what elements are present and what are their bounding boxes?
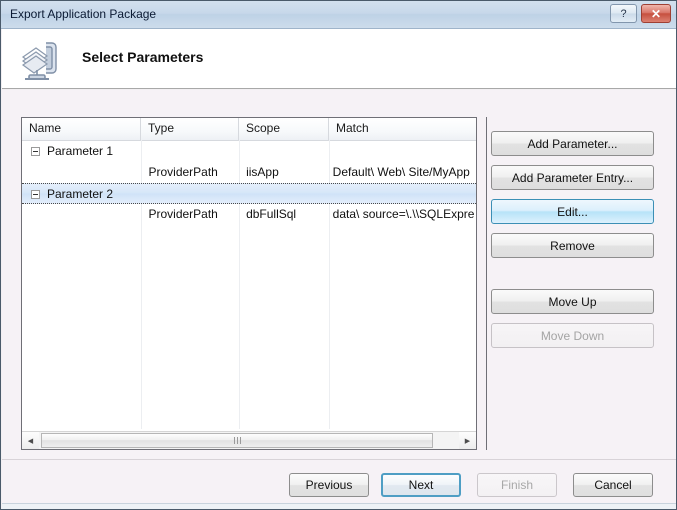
row-match: Default\ Web\ Site/MyApp [332,165,470,179]
dialog-footer: Previous Next Finish Cancel [2,459,676,509]
collapse-toggle-icon[interactable] [31,190,40,199]
row-type: ProviderPath [148,207,218,221]
scrollbar-grip-icon [233,437,241,444]
column-header-type[interactable]: Type [141,118,239,140]
move-up-button[interactable]: Move Up [491,289,654,314]
dialog-body: Name Type Scope Match Parameter 1 Provid… [2,90,676,459]
row-scope: iisApp [246,165,279,179]
row-match: data\ source=\.\\SQLExpre [332,207,475,221]
remove-button[interactable]: Remove [491,233,654,258]
table-row[interactable]: ProviderPath dbFullSql data\ source=\.\\… [22,204,476,225]
edit-button[interactable]: Edit... [491,199,654,224]
parameter-actions-panel: Add Parameter... Add Parameter Entry... … [486,117,654,450]
package-export-icon [21,42,57,80]
add-parameter-button[interactable]: Add Parameter... [491,131,654,156]
row-scope [238,141,328,162]
row-name: Parameter 1 [22,141,141,162]
add-parameter-entry-button[interactable]: Add Parameter Entry... [491,165,654,190]
export-application-package-dialog: Export Application Package ? ✕ Select Pa [0,0,677,510]
column-header-match[interactable]: Match [329,118,476,140]
row-name [22,204,140,225]
next-button[interactable]: Next [381,473,461,497]
row-name: Parameter 2 [22,184,141,203]
column-header-name[interactable]: Name [22,118,141,140]
row-name-text: Parameter 1 [47,144,114,158]
column-header-scope[interactable]: Scope [239,118,329,140]
table-row-selected[interactable]: Parameter 2 [22,183,476,204]
scrollbar-track[interactable] [39,432,459,449]
dialog-bottom-strip [2,503,676,509]
row-scope [238,184,328,203]
row-name [22,162,140,183]
row-scope: dbFullSql [246,207,297,221]
row-type: ProviderPath [148,165,218,179]
close-button[interactable]: ✕ [641,4,671,23]
table-row[interactable]: ProviderPath iisApp Default\ Web\ Site/M… [22,162,476,183]
scrollbar-thumb[interactable] [41,433,433,448]
table-row[interactable]: Parameter 1 [22,141,476,162]
list-rows: Parameter 1 ProviderPath iisApp Default\… [22,141,476,225]
help-button[interactable]: ? [610,4,637,23]
row-match [328,184,476,203]
window-title: Export Application Package [10,7,157,21]
collapse-toggle-icon[interactable] [31,147,40,156]
finish-button: Finish [477,473,557,497]
cancel-button[interactable]: Cancel [573,473,653,497]
move-down-button: Move Down [491,323,654,348]
scroll-left-arrow-icon[interactable]: ◀ [22,432,39,449]
wizard-header: Select Parameters [2,29,676,89]
row-type [141,141,239,162]
scroll-right-arrow-icon[interactable]: ▶ [459,432,476,449]
row-type [141,184,239,203]
row-name-text: Parameter 2 [47,187,114,201]
previous-button[interactable]: Previous [289,473,369,497]
window-controls: ? ✕ [610,4,671,23]
list-header-row: Name Type Scope Match [22,118,476,141]
parameters-list[interactable]: Name Type Scope Match Parameter 1 Provid… [21,117,477,450]
horizontal-scrollbar[interactable]: ◀ ▶ [22,431,476,449]
page-title: Select Parameters [82,49,204,65]
row-match [328,141,476,162]
title-bar: Export Application Package ? ✕ [1,1,676,29]
